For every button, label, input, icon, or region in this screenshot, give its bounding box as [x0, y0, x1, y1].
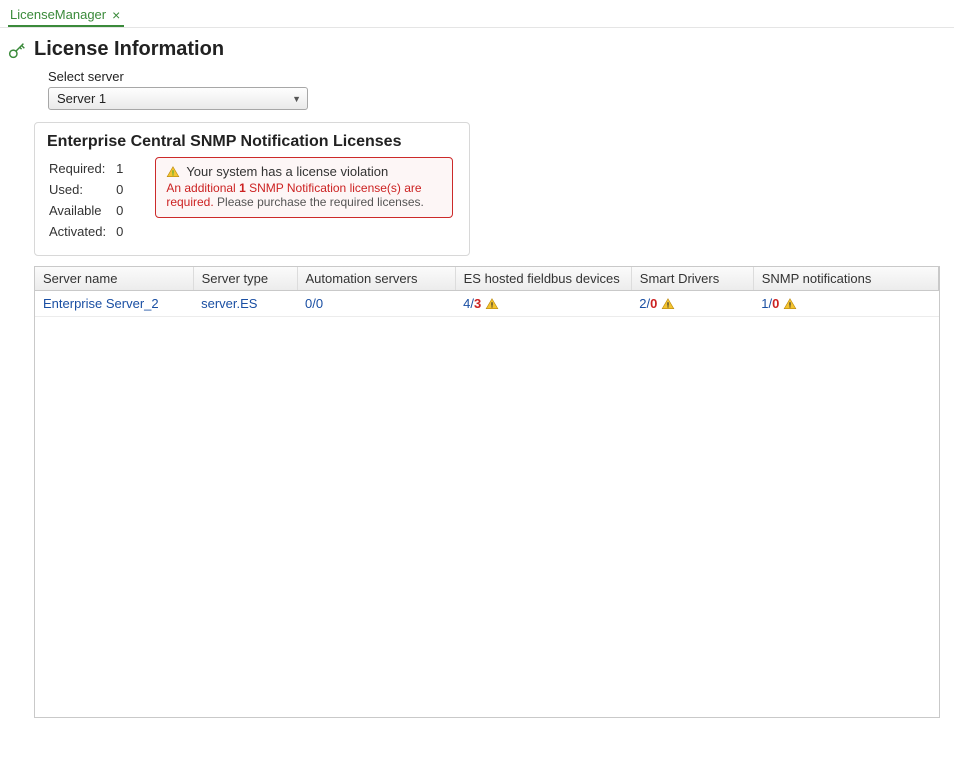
license-panel-title: Enterprise Central SNMP Notification Lic… [47, 133, 457, 151]
tab-close-icon[interactable]: × [112, 8, 120, 22]
warning-icon [166, 165, 180, 179]
tab-label: LicenseManager [10, 7, 106, 22]
table-header-row: Server name Server type Automation serve… [35, 267, 939, 291]
servers-table-container: Server name Server type Automation serve… [34, 266, 940, 718]
cell-automation: 0/0 [297, 291, 455, 317]
stat-available-value: 0 [116, 201, 131, 220]
license-summary-panel: Enterprise Central SNMP Notification Lic… [34, 122, 470, 256]
col-server-type[interactable]: Server type [193, 267, 297, 291]
warning-icon [661, 297, 675, 311]
col-snmp-notifications[interactable]: SNMP notifications [753, 267, 938, 291]
col-server-name[interactable]: Server name [35, 267, 193, 291]
license-stats: Required: 1 Used: 0 Available 0 Activate… [47, 157, 133, 243]
cell-smart-drivers: 2/0 [631, 291, 753, 317]
stat-required-label: Required: [49, 159, 114, 178]
stat-required-value: 1 [116, 159, 131, 178]
server-select-label: Select server [48, 69, 940, 84]
col-automation-servers[interactable]: Automation servers [297, 267, 455, 291]
warning-icon [783, 297, 797, 311]
server-select-value: Server 1 [57, 91, 106, 106]
col-smart-drivers[interactable]: Smart Drivers [631, 267, 753, 291]
server-select-dropdown[interactable]: Server 1 ▼ [48, 87, 308, 110]
key-icon [6, 38, 34, 718]
chevron-down-icon: ▼ [292, 94, 301, 104]
cell-snmp: 1/0 [753, 291, 938, 317]
cell-server-type: server.ES [193, 291, 297, 317]
alert-details: An additional 1 SNMP Notification licens… [166, 181, 442, 209]
stat-used-value: 0 [116, 180, 131, 199]
tab-bar: LicenseManager × [0, 0, 954, 28]
stat-available-label: Available [49, 201, 114, 220]
cell-fieldbus: 4/3 [455, 291, 631, 317]
servers-table: Server name Server type Automation serve… [35, 267, 939, 317]
cell-server-name: Enterprise Server_2 [35, 291, 193, 317]
page-title: License Information [34, 38, 940, 61]
tab-license-manager[interactable]: LicenseManager × [8, 4, 124, 27]
table-row[interactable]: Enterprise Server_2 server.ES 0/0 4/3 2/… [35, 291, 939, 317]
stat-activated-value: 0 [116, 222, 131, 241]
col-fieldbus-devices[interactable]: ES hosted fieldbus devices [455, 267, 631, 291]
warning-icon [485, 297, 499, 311]
alert-headline: Your system has a license violation [186, 164, 388, 179]
stat-used-label: Used: [49, 180, 114, 199]
stat-activated-label: Activated: [49, 222, 114, 241]
license-violation-alert: Your system has a license violation An a… [155, 157, 453, 218]
